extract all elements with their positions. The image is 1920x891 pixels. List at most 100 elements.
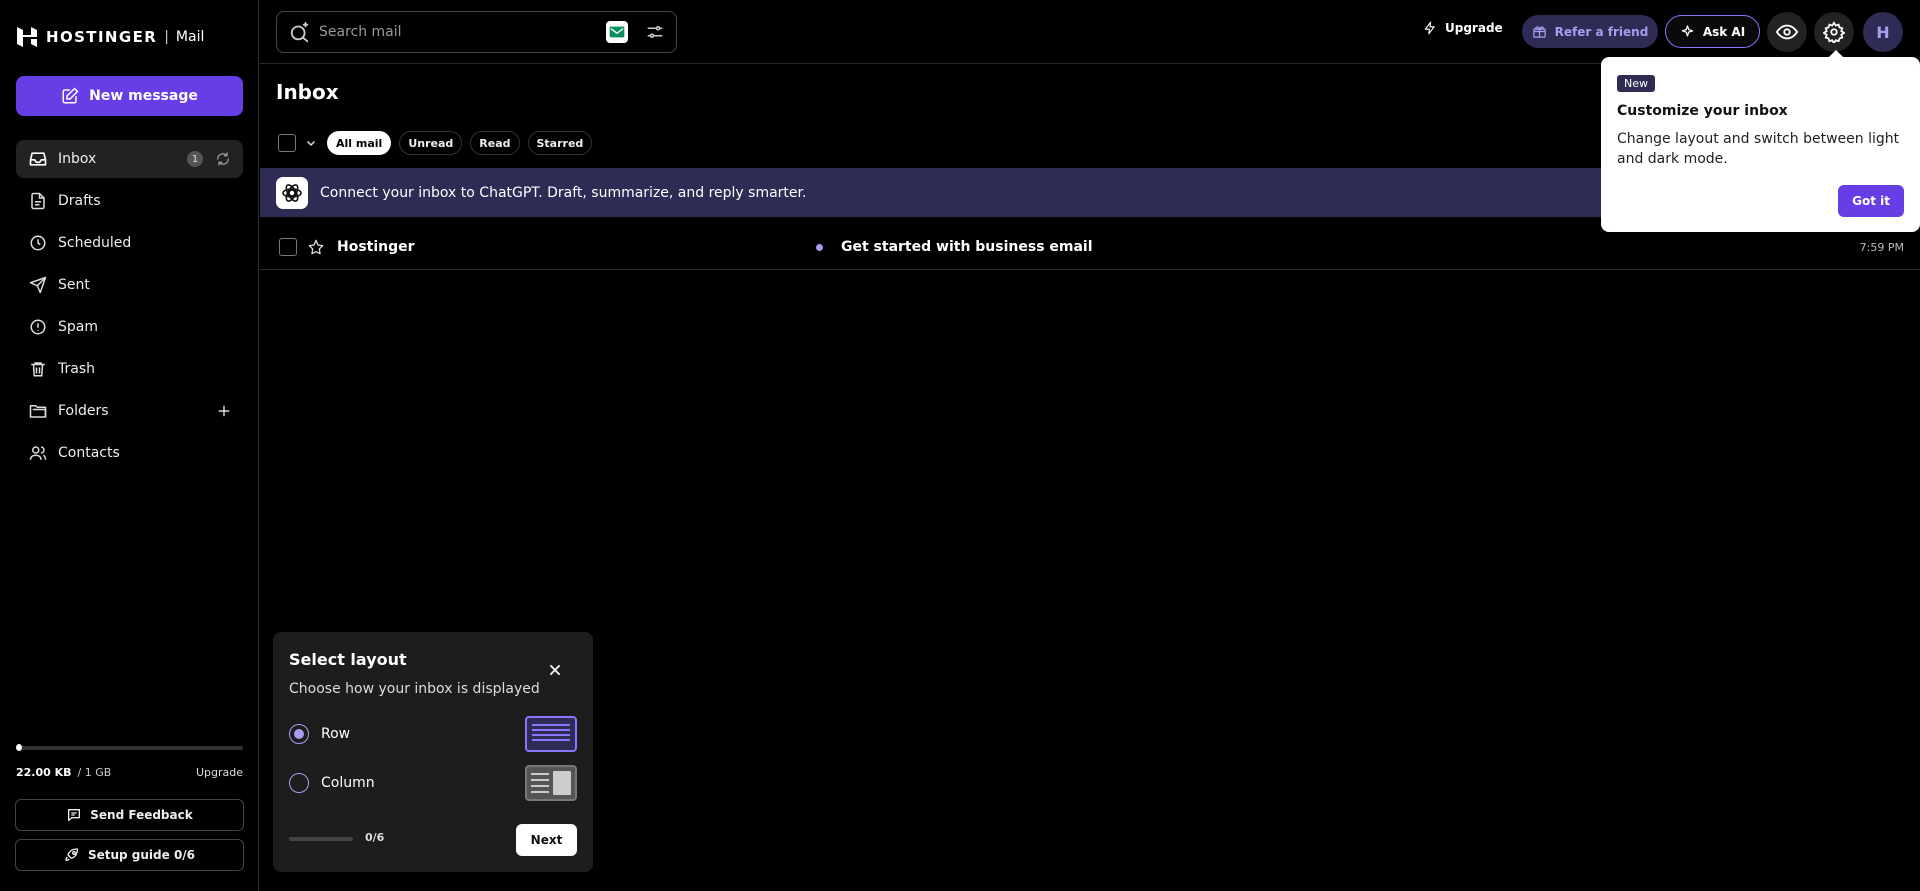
setup-guide-button[interactable]: Setup guide 0/6 (15, 839, 244, 871)
sparkle-icon (1681, 25, 1693, 37)
gear-icon (1823, 21, 1845, 43)
spam-icon (28, 317, 48, 337)
sidebar-item-label: Trash (58, 361, 95, 377)
brand-separator: | (164, 29, 169, 45)
settings-button[interactable] (1814, 12, 1854, 52)
sidebar-item-label: Sent (58, 277, 90, 293)
storage-usage: 22.00 KB / 1 GB Upgrade (16, 766, 243, 779)
draft-file-icon (28, 191, 48, 211)
sidebar-item-spam[interactable]: Spam (16, 308, 243, 346)
refer-friend-label: Refer a friend (1554, 24, 1649, 39)
filter-all-mail[interactable]: All mail (327, 131, 392, 155)
storage-progress-fill (16, 744, 22, 751)
mail-filter-bar: All mail Unread Read Starred (278, 131, 600, 155)
column-layout-thumbnail (525, 765, 577, 801)
sidebar-item-inbox[interactable]: Inbox 1 (16, 140, 243, 178)
select-all-checkbox[interactable] (278, 134, 296, 152)
storage-total: / 1 GB (77, 766, 112, 779)
new-message-button[interactable]: New message (16, 76, 243, 116)
sidebar-item-drafts[interactable]: Drafts (16, 182, 243, 220)
search-filter-icon[interactable] (646, 23, 664, 41)
upgrade-label: Upgrade (1445, 21, 1503, 35)
sidebar-item-trash[interactable]: Trash (16, 350, 243, 388)
unread-dot (816, 244, 823, 251)
unread-count-badge: 1 (187, 151, 203, 167)
compose-icon (62, 87, 79, 104)
folder-icon (28, 401, 48, 421)
chatgpt-search-icon[interactable] (606, 21, 628, 43)
setup-guide-label: Setup guide 0/6 (87, 848, 196, 862)
rocket-icon (65, 848, 78, 861)
page-title: Inbox (276, 80, 339, 104)
refer-friend-button[interactable]: Refer a friend (1522, 15, 1658, 48)
ask-ai-button[interactable]: Ask AI (1665, 15, 1760, 48)
upgrade-button[interactable]: Upgrade (1423, 20, 1503, 36)
sidebar-item-label: Drafts (58, 193, 101, 209)
column-radio[interactable] (289, 773, 309, 793)
bolt-icon (1424, 21, 1435, 35)
layout-option-column[interactable]: Column (289, 765, 577, 801)
add-folder-icon[interactable] (217, 404, 231, 418)
popover-body: Change layout and switch between light a… (1617, 131, 1900, 167)
gift-icon (1532, 26, 1546, 38)
sidebar-item-label: Spam (58, 319, 98, 335)
next-button[interactable]: Next (516, 824, 577, 856)
search-input[interactable]: Search mail (319, 24, 606, 40)
sidebar-item-folders[interactable]: Folders (16, 392, 243, 430)
select-options-chevron-icon[interactable] (305, 137, 317, 149)
sidebar-item-label: Contacts (58, 445, 120, 461)
filter-unread[interactable]: Unread (399, 131, 463, 155)
send-icon (28, 275, 48, 295)
email-select-checkbox[interactable] (279, 238, 297, 256)
send-feedback-label: Send Feedback (90, 808, 193, 822)
filter-read[interactable]: Read (470, 131, 520, 155)
row-radio[interactable] (289, 724, 309, 744)
filter-starred[interactable]: Starred (527, 131, 593, 155)
hostinger-logo-icon (17, 27, 37, 47)
product-name: Mail (175, 29, 205, 45)
layout-panel-title: Select layout (289, 650, 407, 669)
row-layout-thumbnail (525, 716, 577, 752)
sidebar-item-contacts[interactable]: Contacts (16, 434, 243, 472)
sidebar: HOSTINGER | Mail New message Inbox 1 Dra… (0, 0, 259, 891)
brand-name: HOSTINGER (46, 28, 158, 46)
contacts-icon (28, 443, 48, 463)
sidebar-item-sent[interactable]: Sent (16, 266, 243, 304)
send-feedback-button[interactable]: Send Feedback (15, 799, 244, 831)
chatgpt-logo-icon (276, 176, 308, 209)
close-icon[interactable] (545, 660, 565, 680)
trash-icon (28, 359, 48, 379)
inbox-icon (28, 149, 48, 169)
sidebar-item-label: Inbox (58, 151, 97, 167)
sidebar-item-label: Folders (58, 403, 109, 419)
sidebar-item-label: Scheduled (58, 235, 132, 251)
top-bar: Search mail Upgrade Refer a friend Ask A… (260, 0, 1920, 64)
layout-option-row[interactable]: Row (289, 716, 577, 752)
new-message-label: New message (89, 88, 198, 104)
customize-inbox-popover: New Customize your inbox Change layout a… (1601, 57, 1920, 232)
feedback-icon (68, 809, 81, 821)
ask-ai-label: Ask AI (1702, 24, 1746, 39)
sidebar-nav: Inbox 1 Drafts Scheduled Sent Spam Trash… (16, 140, 243, 476)
eye-icon (1776, 24, 1798, 40)
star-icon[interactable] (308, 239, 324, 255)
clock-icon (28, 233, 48, 253)
hostinger-logo[interactable]: HOSTINGER | Mail (16, 26, 204, 48)
search-bar[interactable]: Search mail (276, 11, 677, 53)
email-sender: Hostinger (337, 239, 415, 255)
promo-text: Connect your inbox to ChatGPT. Draft, su… (320, 184, 807, 201)
layout-option-label: Column (321, 775, 375, 791)
user-avatar[interactable]: H (1863, 12, 1903, 52)
sidebar-item-scheduled[interactable]: Scheduled (16, 224, 243, 262)
popover-title: Customize your inbox (1617, 103, 1788, 119)
storage-used: 22.00 KB (16, 766, 72, 779)
ai-search-icon (289, 21, 311, 43)
layout-option-label: Row (321, 726, 351, 742)
storage-upgrade-link[interactable]: Upgrade (196, 766, 243, 779)
setup-progress-bar (289, 837, 353, 841)
preview-toggle-button[interactable] (1767, 12, 1807, 52)
got-it-button[interactable]: Got it (1838, 185, 1904, 217)
email-subject: Get started with business email (841, 239, 1093, 255)
layout-panel-subtitle: Choose how your inbox is displayed (289, 681, 540, 697)
refresh-icon[interactable] (215, 151, 231, 167)
